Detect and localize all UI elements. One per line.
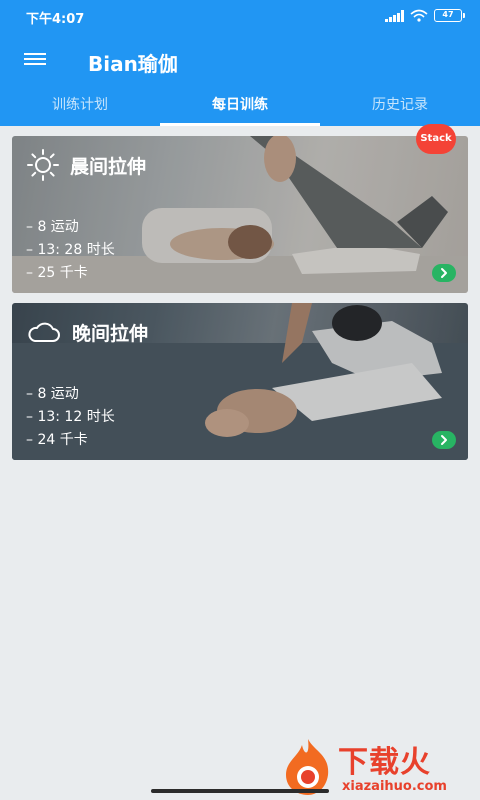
start-button[interactable] — [432, 264, 456, 282]
morning-stretch-card[interactable]: 晨间拉伸 – 8 运动 – 13: 28 时长 – 25 千卡 — [12, 136, 468, 293]
evening-stretch-card[interactable]: 晚间拉伸 – 8 运动 – 13: 12 时长 – 24 千卡 — [12, 303, 468, 460]
calories: – 24 千卡 — [26, 432, 88, 448]
wifi-icon — [410, 9, 428, 22]
chevron-right-icon — [441, 268, 447, 278]
tab-history[interactable]: 历史记录 — [320, 86, 480, 126]
card-title: 晨间拉伸 — [70, 155, 147, 178]
app-bar: Bian瑜伽 — [0, 34, 480, 86]
duration: – 13: 28 时长 — [26, 242, 115, 258]
menu-button[interactable] — [18, 48, 52, 74]
card-title: 晚间拉伸 — [72, 322, 149, 345]
sun-icon — [27, 149, 59, 181]
tab-daily-training[interactable]: 每日训练 — [160, 86, 320, 126]
card-header: 晨间拉伸 — [26, 148, 146, 182]
watermark-domain: xiazaihuo.com — [342, 779, 447, 794]
flame-logo-icon — [286, 739, 329, 795]
exercise-count: – 8 运动 — [26, 386, 79, 402]
exercise-count: – 8 运动 — [26, 219, 79, 235]
tab-bar: 训练计划 每日训练 历史记录 — [0, 86, 480, 126]
watermark-brand: 下载火 — [338, 745, 431, 780]
calories: – 25 千卡 — [26, 265, 88, 281]
chevron-right-icon — [441, 435, 447, 445]
menu-icon — [24, 53, 46, 55]
stack-badge: Stack — [416, 124, 456, 154]
card-header: 晚间拉伸 — [26, 315, 148, 349]
status-time: 下午4:07 — [26, 12, 85, 27]
tab-training-plan[interactable]: 训练计划 — [0, 86, 160, 126]
status-icons: 47 — [385, 9, 465, 22]
card-stats: – 8 运动 – 13: 12 时长 – 24 千卡 — [26, 383, 115, 452]
home-indicator[interactable] — [151, 789, 329, 793]
signal-icon — [385, 9, 404, 22]
card-stats: – 8 运动 – 13: 28 时长 – 25 千卡 — [26, 216, 115, 285]
cloud-icon — [28, 322, 60, 342]
app-title: Bian瑜伽 — [88, 52, 178, 76]
start-button[interactable] — [432, 431, 456, 449]
status-bar: 下午4:07 47 — [0, 0, 480, 34]
duration: – 13: 12 时长 — [26, 409, 115, 425]
battery-icon: 47 — [434, 9, 465, 22]
